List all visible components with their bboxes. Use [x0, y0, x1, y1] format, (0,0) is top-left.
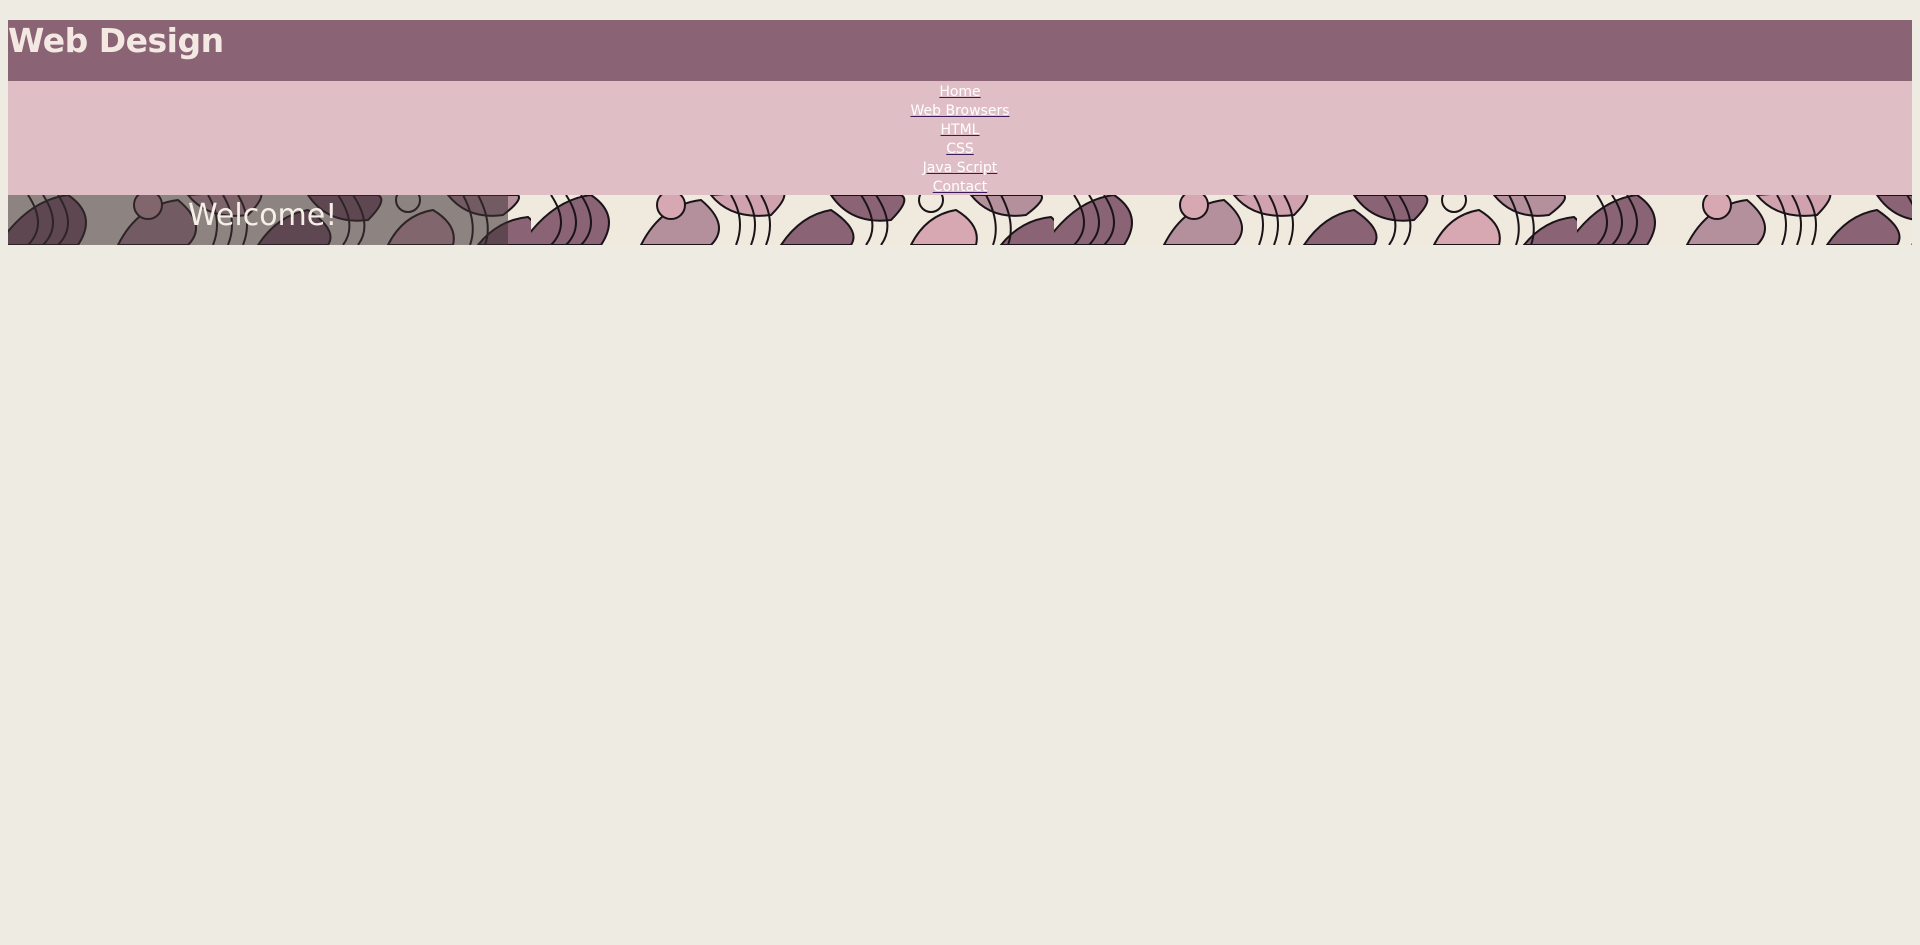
nav-item-java-script: Java Script: [8, 158, 1912, 177]
page: Web Design Home Web Browsers HTML CSS Ja…: [8, 20, 1912, 245]
nav-item-html: HTML: [8, 120, 1912, 139]
nav-list: Home Web Browsers HTML CSS Java Script C…: [8, 81, 1912, 196]
site-header: Web Design: [8, 20, 1912, 81]
nav-link-css[interactable]: CSS: [946, 141, 974, 157]
nav-link-java-script[interactable]: Java Script: [923, 160, 998, 176]
welcome-banner: Welcome!: [8, 195, 1912, 245]
nav-link-home[interactable]: Home: [939, 84, 980, 100]
site-title: Web Design: [8, 21, 224, 60]
nav-link-html[interactable]: HTML: [941, 122, 980, 138]
nav-item-web-browsers: Web Browsers: [8, 101, 1912, 120]
welcome-heading: Welcome!: [188, 198, 338, 233]
nav-item-css: CSS: [8, 139, 1912, 158]
nav-link-contact[interactable]: Contact: [933, 179, 987, 195]
nav-item-contact: Contact: [8, 177, 1912, 196]
nav-link-web-browsers[interactable]: Web Browsers: [911, 103, 1010, 119]
nav-item-home: Home: [8, 82, 1912, 101]
main-nav: Home Web Browsers HTML CSS Java Script C…: [8, 81, 1912, 195]
